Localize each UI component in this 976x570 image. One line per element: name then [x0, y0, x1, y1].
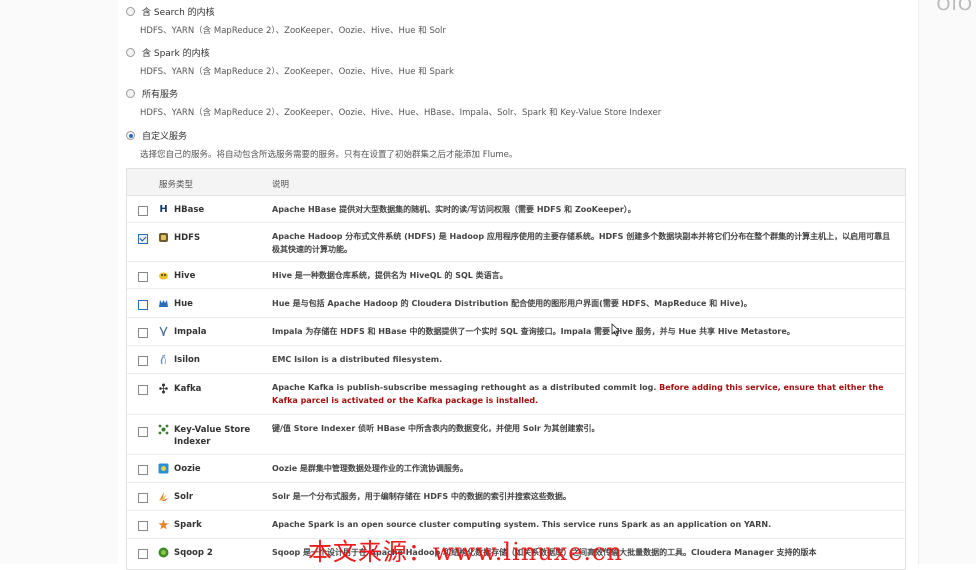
table-row: Hive Hive 是一种数据仓库系统，提供名为 HiveQL 的 SQL 类语…	[127, 262, 905, 289]
table-row: HDFS Apache Hadoop 分布式文件系统 (HDFS) 是 Hado…	[127, 223, 905, 262]
table-header: 服务类型 说明	[127, 169, 905, 196]
services-table: 服务类型 说明 H HBase Apache HBase 提供对大型数据集的随机…	[126, 168, 906, 570]
service-desc: Apache HBase 提供对大型数据集的随机、实时的读/写访问权限（需要 H…	[272, 205, 636, 214]
isilon-icon	[158, 354, 169, 365]
service-desc: 键/值 Store Indexer 侦听 HBase 中所含表内的数据变化，并使…	[272, 424, 600, 433]
service-name: Kafka	[174, 384, 202, 394]
column-header-desc: 说明	[272, 180, 290, 190]
service-desc: Hive 是一种数据仓库系统，提供名为 HiveQL 的 SQL 类语言。	[272, 271, 508, 280]
radio-spark-core[interactable]	[126, 48, 135, 57]
table-row: Key-Value Store Indexer 键/值 Store Indexe…	[127, 415, 905, 455]
hive-icon	[158, 270, 169, 281]
oozie-icon	[158, 463, 169, 474]
option-title: 含 Search 的内核	[142, 8, 215, 18]
service-desc: Solr 是一个分布式服务，用于编制存储在 HDFS 中的数据的索引并搜索这些数…	[272, 492, 571, 501]
service-desc: Apache Hadoop 分布式文件系统 (HDFS) 是 Hadoop 应用…	[272, 232, 891, 254]
left-gutter	[0, 0, 118, 564]
checkbox-keyvalue[interactable]	[138, 427, 148, 437]
checkbox-hdfs[interactable]	[138, 234, 148, 244]
solr-icon	[158, 491, 169, 502]
service-desc-text: Apache Kafka is publish-subscribe messag…	[272, 383, 660, 392]
table-row: Kafka Apache Kafka is publish-subscribe …	[127, 374, 905, 415]
service-desc: Apache Kafka is publish-subscribe messag…	[272, 381, 892, 407]
option-all-services[interactable]: 所有服务	[126, 87, 178, 100]
checkbox-impala[interactable]	[138, 328, 148, 338]
right-gutter: OIO	[918, 0, 976, 564]
service-name: Sqoop 2	[174, 548, 213, 558]
sqoop-icon	[158, 547, 169, 558]
service-desc: Hue 是与包括 Apache Hadoop 的 Cloudera Distri…	[272, 299, 752, 308]
service-desc: EMC Isilon is a distributed filesystem.	[272, 355, 443, 364]
kafka-icon	[158, 383, 169, 394]
checkbox-solr[interactable]	[138, 493, 148, 503]
option-search-core[interactable]: 含 Search 的内核	[126, 5, 215, 18]
service-desc: Impala 为存储在 HDFS 和 HBase 中的数据提供了一个实时 SQL…	[272, 327, 795, 336]
option-desc: HDFS、YARN（含 MapReduce 2）、ZooKeeper、Oozie…	[140, 26, 446, 36]
checkbox-spark[interactable]	[138, 521, 148, 531]
table-row: Solr Solr 是一个分布式服务，用于编制存储在 HDFS 中的数据的索引并…	[127, 483, 905, 511]
spark-icon	[158, 519, 169, 530]
service-name: Hue	[174, 299, 193, 309]
table-row: Oozie Oozie 是群集中管理数据处理作业的工作流协调服务。	[127, 455, 905, 483]
option-spark-core[interactable]: 含 Spark 的内核	[126, 46, 210, 59]
checkbox-isilon[interactable]	[138, 356, 148, 366]
service-desc: Oozie 是群集中管理数据处理作业的工作流协调服务。	[272, 464, 468, 473]
table-row: Impala Impala 为存储在 HDFS 和 HBase 中的数据提供了一…	[127, 318, 905, 346]
service-name: HBase	[174, 205, 205, 215]
hbase-icon: H	[159, 204, 168, 215]
checkbox-oozie[interactable]	[138, 465, 148, 475]
watermark: 本文来源：www.linuxe.cn	[308, 538, 623, 566]
hdfs-icon	[158, 232, 169, 243]
option-title: 含 Spark 的内核	[142, 49, 210, 59]
keyvalue-icon	[158, 424, 169, 435]
service-name: Spark	[174, 520, 202, 530]
service-name: Oozie	[174, 464, 201, 474]
radio-all-services[interactable]	[126, 89, 135, 98]
option-desc: HDFS、YARN（含 MapReduce 2）、ZooKeeper、Oozie…	[140, 108, 662, 118]
service-name: Isilon	[174, 355, 200, 365]
service-name: HDFS	[174, 233, 201, 243]
checkbox-kafka[interactable]	[138, 385, 148, 395]
option-desc: 选择您自己的服务。将自动包含所选服务需要的服务。只有在设置了初始群集之后才能添加…	[140, 150, 518, 160]
table-row: Hue Hue 是与包括 Apache Hadoop 的 Cloudera Di…	[127, 289, 905, 318]
service-name: Key-Value Store Indexer	[174, 425, 251, 447]
service-name: Solr	[174, 492, 194, 502]
hue-icon	[158, 298, 169, 309]
table-row: Isilon EMC Isilon is a distributed files…	[127, 346, 905, 374]
service-name: Impala	[174, 327, 207, 337]
service-name: Hive	[174, 271, 196, 281]
corner-logo: OIO	[936, 0, 973, 15]
impala-icon	[158, 326, 169, 337]
radio-search-core[interactable]	[126, 7, 135, 16]
option-title: 所有服务	[142, 90, 179, 100]
radio-custom-services[interactable]	[126, 131, 135, 140]
checkbox-sqoop[interactable]	[138, 549, 148, 559]
checkbox-hive[interactable]	[138, 272, 148, 282]
column-header-service: 服务类型	[159, 180, 194, 190]
option-desc: HDFS、YARN（含 MapReduce 2）、ZooKeeper、Oozie…	[140, 67, 454, 77]
option-title: 自定义服务	[142, 132, 188, 142]
checkbox-hbase[interactable]	[138, 206, 148, 216]
checkbox-hue[interactable]	[138, 300, 148, 310]
option-custom-services[interactable]: 自定义服务	[126, 129, 187, 142]
table-row: H HBase Apache HBase 提供对大型数据集的随机、实时的读/写访…	[127, 196, 905, 223]
service-desc: Apache Spark is an open source cluster c…	[272, 520, 772, 529]
